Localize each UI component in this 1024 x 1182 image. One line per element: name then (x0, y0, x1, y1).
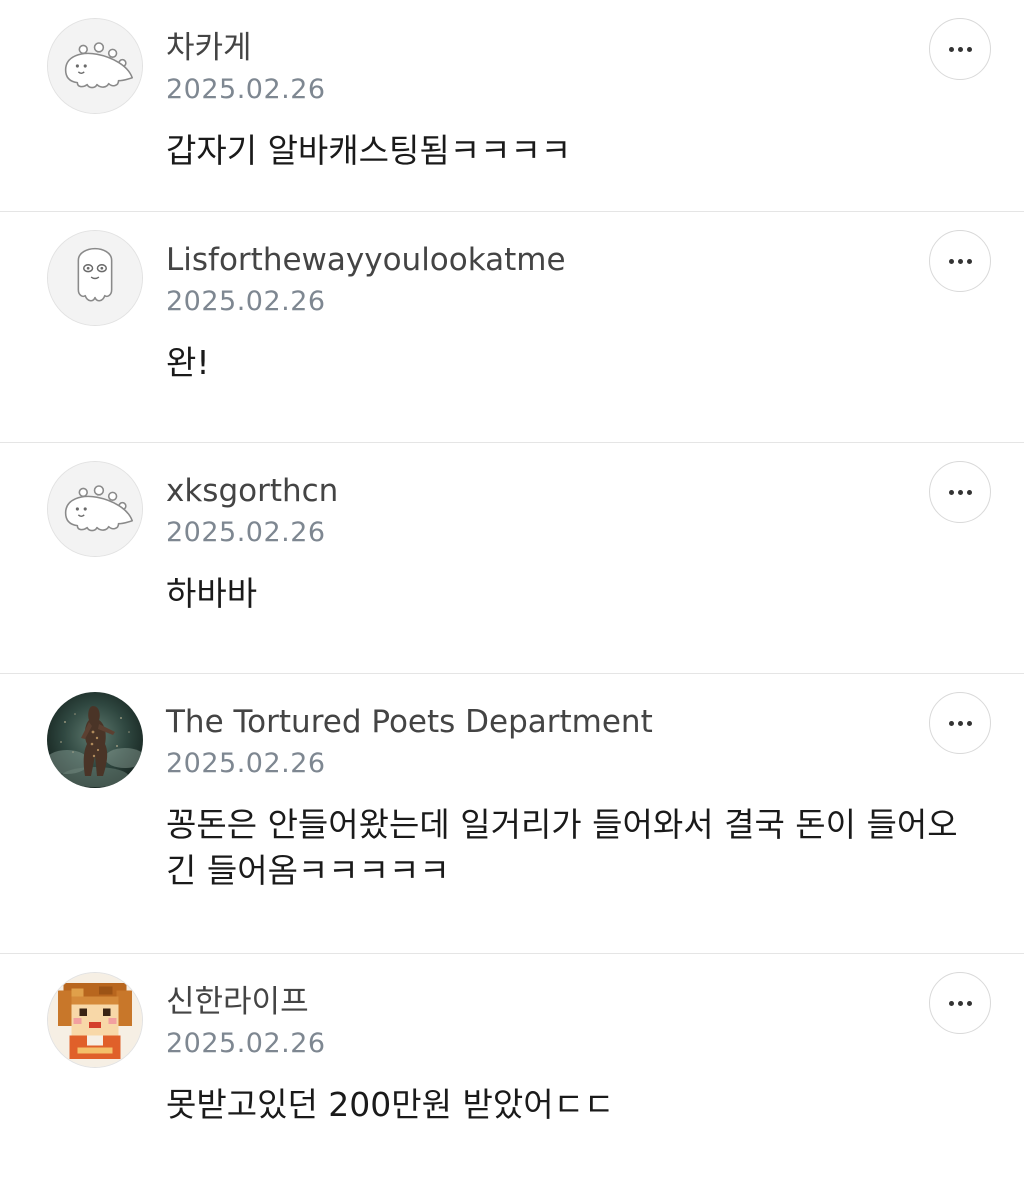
more-options-button[interactable] (929, 461, 991, 523)
dino-avatar-icon[interactable] (47, 461, 143, 557)
comment-date: 2025.02.26 (166, 748, 326, 779)
more-options-button[interactable] (929, 692, 991, 754)
more-horizontal-icon (948, 258, 972, 264)
comment-text: 완! (166, 343, 210, 382)
comment-date: 2025.02.26 (166, 517, 326, 548)
comment-date: 2025.02.26 (166, 286, 326, 317)
more-options-button[interactable] (929, 230, 991, 292)
more-horizontal-icon (948, 46, 972, 52)
dino-avatar-icon[interactable] (47, 18, 143, 114)
comment-item: xksgorthcn 2025.02.26 하바바 (0, 443, 1024, 674)
comment-list: 차카게 2025.02.26 갑자기 알바캐스팅됨ㅋㅋㅋㅋ Lisforthew… (0, 0, 1024, 1182)
comment-item: Lisforthewayyoulookatme 2025.02.26 완! (0, 212, 1024, 443)
comment-text: 갑자기 알바캐스팅됨ㅋㅋㅋㅋ (166, 131, 572, 170)
comment-item: 차카게 2025.02.26 갑자기 알바캐스팅됨ㅋㅋㅋㅋ (0, 0, 1024, 212)
more-horizontal-icon (948, 1000, 972, 1006)
photo-avatar[interactable] (47, 692, 143, 788)
comment-username[interactable]: 신한라이프 (166, 982, 309, 1022)
comment-username[interactable]: 차카게 (166, 28, 252, 68)
comment-text: 꽁돈은 안들어왔는데 일거리가 들어와서 결국 돈이 들어오긴 들어옴ㅋㅋㅋㅋㅋ (166, 805, 958, 890)
comment-date: 2025.02.26 (166, 1028, 326, 1059)
comment-username[interactable]: xksgorthcn (166, 471, 338, 511)
ghost-avatar-icon[interactable] (47, 230, 143, 326)
comment-item: The Tortured Poets Department 2025.02.26… (0, 674, 1024, 954)
comment-text: 못받고있던 200만원 받았어ㄷㄷ (166, 1085, 615, 1124)
pixel-character-avatar[interactable] (47, 972, 143, 1068)
comment-username[interactable]: The Tortured Poets Department (166, 702, 653, 742)
more-options-button[interactable] (929, 18, 991, 80)
comment-item: 신한라이프 2025.02.26 못받고있던 200만원 받았어ㄷㄷ (0, 954, 1024, 1182)
more-options-button[interactable] (929, 972, 991, 1034)
more-horizontal-icon (948, 489, 972, 495)
comment-date: 2025.02.26 (166, 74, 326, 105)
more-horizontal-icon (948, 720, 972, 726)
comment-username[interactable]: Lisforthewayyoulookatme (166, 240, 566, 280)
comment-text: 하바바 (166, 574, 258, 613)
